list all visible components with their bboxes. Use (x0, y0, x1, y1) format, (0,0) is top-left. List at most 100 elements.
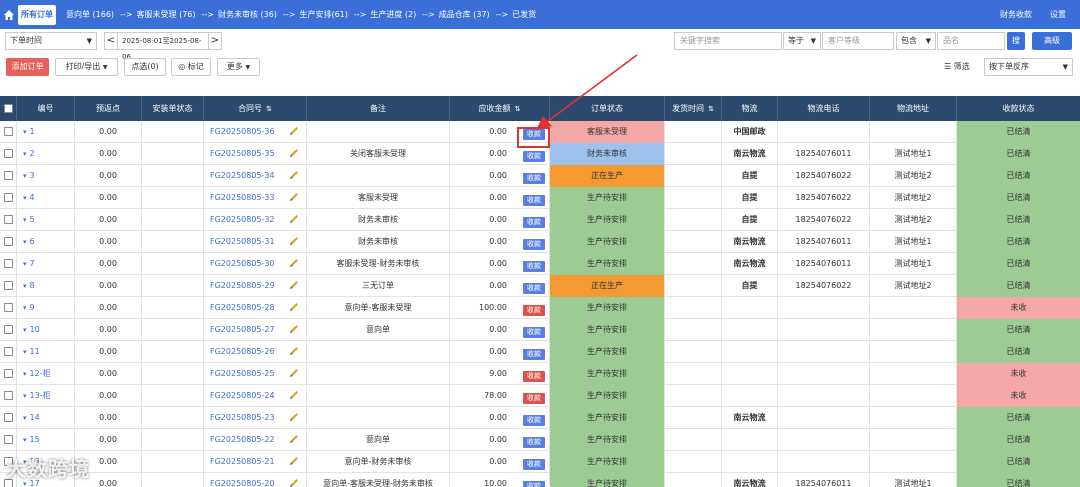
collect-payment-button[interactable]: 收款 (523, 437, 545, 448)
edit-pencil-icon[interactable] (289, 148, 299, 158)
contract-cell[interactable]: FG20250805-26 (204, 341, 307, 363)
table-row[interactable]: ▾ 16 0.00 FG20250805-21 意向单-财务未审核 0.00 收款 生产待安排… (0, 451, 1080, 473)
contract-link[interactable]: FG20250805-28 (210, 303, 275, 312)
collect-payment-button[interactable]: 收款 (523, 459, 545, 470)
operator-select-1[interactable]: 等于 ▼ (783, 32, 821, 50)
contract-cell[interactable]: FG20250805-35 (204, 143, 307, 165)
collect-payment-button[interactable]: 收款 (523, 151, 545, 162)
edit-pencil-icon[interactable] (289, 280, 299, 290)
edit-pencil-icon[interactable] (289, 390, 299, 400)
contract-link[interactable]: FG20250805-31 (210, 237, 275, 246)
row-checkbox[interactable] (4, 171, 13, 180)
settings-link[interactable]: 设置 (1050, 9, 1066, 20)
prev-date-button[interactable]: < (104, 32, 118, 50)
collect-payment-button[interactable]: 收款 (523, 349, 545, 360)
order-no-cell[interactable]: ▾ 9 (17, 297, 75, 319)
table-row[interactable]: ▾ 12-柜 0.00 FG20250805-25 9.00 收款 生产待安排 未收 (0, 363, 1080, 385)
row-checkbox[interactable] (4, 369, 13, 378)
home-icon[interactable] (0, 0, 18, 29)
tab-finance-pending[interactable]: 财务未审核 (36) (218, 9, 277, 20)
tab-production-progress[interactable]: 生产进度 (2) (370, 9, 416, 20)
row-checkbox[interactable] (4, 127, 13, 136)
table-row[interactable]: ▾ 10 0.00 FG20250805-27 意向单 0.00 收款 生产待安排 已结清 (0, 319, 1080, 341)
contract-link[interactable]: FG20250805-22 (210, 435, 275, 444)
expand-caret-icon[interactable]: ▾ (23, 414, 27, 422)
contract-link[interactable]: FG20250805-34 (210, 171, 275, 180)
row-checkbox[interactable] (4, 413, 13, 422)
contract-cell[interactable]: FG20250805-34 (204, 165, 307, 187)
order-no-cell[interactable]: ▾ 4 (17, 187, 75, 209)
contract-cell[interactable]: FG20250805-29 (204, 275, 307, 297)
edit-pencil-icon[interactable] (289, 368, 299, 378)
tab-intent[interactable]: 意向单 (166) (66, 9, 114, 20)
add-order-button[interactable]: 添加订单 (6, 58, 49, 76)
table-row[interactable]: ▾ 15 0.00 FG20250805-22 意向单 0.00 收款 生产待安排 已结清 (0, 429, 1080, 451)
collect-payment-button[interactable]: 收款 (523, 261, 545, 272)
table-row[interactable]: ▾ 7 0.00 FG20250805-30 客服未受理-财务未审核 0.00 收款 生产待安… (0, 253, 1080, 275)
expand-caret-icon[interactable]: ▾ (23, 150, 27, 158)
print-export-button[interactable]: 打印/导出 ▼ (55, 58, 118, 76)
table-row[interactable]: ▾ 11 0.00 FG20250805-26 0.00 收款 生产待安排 已结清 (0, 341, 1080, 363)
order-no-cell[interactable]: ▾ 15 (17, 429, 75, 451)
contract-link[interactable]: FG20250805-23 (210, 413, 275, 422)
contract-link[interactable]: FG20250805-36 (210, 127, 275, 136)
row-checkbox[interactable] (4, 303, 13, 312)
edit-pencil-icon[interactable] (289, 302, 299, 312)
sort-select[interactable]: 按下单反序 ▼ (984, 58, 1073, 76)
contract-cell[interactable]: FG20250805-24 (204, 385, 307, 407)
edit-pencil-icon[interactable] (289, 434, 299, 444)
contract-cell[interactable]: FG20250805-32 (204, 209, 307, 231)
order-no-cell[interactable]: ▾ 5 (17, 209, 75, 231)
select-all-checkbox[interactable] (4, 104, 13, 113)
edit-pencil-icon[interactable] (289, 258, 299, 268)
row-checkbox[interactable] (4, 325, 13, 334)
contract-cell[interactable]: FG20250805-36 (204, 121, 307, 143)
collect-payment-button[interactable]: 收款 (523, 173, 545, 184)
collect-payment-button[interactable]: 收款 (523, 283, 545, 294)
order-no-cell[interactable]: ▾ 8 (17, 275, 75, 297)
edit-pencil-icon[interactable] (289, 192, 299, 202)
contract-cell[interactable]: FG20250805-33 (204, 187, 307, 209)
contract-link[interactable]: FG20250805-25 (210, 369, 275, 378)
time-select[interactable]: 下单时间 ▼ (5, 32, 97, 50)
collect-payment-button[interactable]: 收款 (523, 371, 545, 382)
contract-cell[interactable]: FG20250805-30 (204, 253, 307, 275)
row-checkbox[interactable] (4, 259, 13, 268)
table-row[interactable]: ▾ 9 0.00 FG20250805-28 意向单-客服未受理 100.00 收款 生产待安… (0, 297, 1080, 319)
expand-caret-icon[interactable]: ▾ (23, 172, 27, 180)
contract-cell[interactable]: FG20250805-22 (204, 429, 307, 451)
contract-cell[interactable]: FG20250805-27 (204, 319, 307, 341)
table-row[interactable]: ▾ 5 0.00 FG20250805-32 财务未审核 0.00 收款 生产待安排 自提 182… (0, 209, 1080, 231)
expand-caret-icon[interactable]: ▾ (23, 304, 27, 312)
order-no-cell[interactable]: ▾ 2 (17, 143, 75, 165)
collect-payment-button[interactable]: 收款 (523, 327, 545, 338)
expand-caret-icon[interactable]: ▾ (23, 392, 27, 400)
contract-link[interactable]: FG20250805-24 (210, 391, 275, 400)
contract-cell[interactable]: FG20250805-25 (204, 363, 307, 385)
expand-caret-icon[interactable]: ▾ (23, 326, 27, 334)
operator-select-2[interactable]: 包含 ▼ (896, 32, 936, 50)
expand-caret-icon[interactable]: ▾ (23, 348, 27, 356)
order-no-cell[interactable]: ▾ 6 (17, 231, 75, 253)
next-date-button[interactable]: > (208, 32, 222, 50)
collect-payment-button[interactable]: 收款 (523, 239, 545, 250)
contract-cell[interactable]: FG20250805-23 (204, 407, 307, 429)
date-range-input[interactable]: 2025-08-01至2025-08-06 (117, 32, 209, 61)
mark-button[interactable]: ◎ 标记 (171, 58, 211, 76)
contract-link[interactable]: FG20250805-33 (210, 193, 275, 202)
row-checkbox[interactable] (4, 149, 13, 158)
order-no-cell[interactable]: ▾ 11 (17, 341, 75, 363)
filter-toggle[interactable]: ☰ 筛选 (944, 58, 980, 76)
order-no-cell[interactable]: ▾ 13-柜 (17, 385, 75, 407)
contract-link[interactable]: FG20250805-30 (210, 259, 275, 268)
edit-pencil-icon[interactable] (289, 236, 299, 246)
order-no-cell[interactable]: ▾ 1 (17, 121, 75, 143)
edit-pencil-icon[interactable] (289, 214, 299, 224)
pick-button[interactable]: 点选(0) (124, 58, 166, 76)
expand-caret-icon[interactable]: ▾ (23, 216, 27, 224)
collect-payment-button[interactable]: 收款 (523, 195, 545, 206)
table-row[interactable]: ▾ 17 0.00 FG20250805-20 意向单-客服未受理-财务未审核 10.00… (0, 473, 1080, 487)
order-no-cell[interactable]: ▾ 3 (17, 165, 75, 187)
header-contract[interactable]: 合同号 ⇅ (204, 96, 307, 121)
search-button[interactable]: 搜 (1007, 32, 1025, 50)
